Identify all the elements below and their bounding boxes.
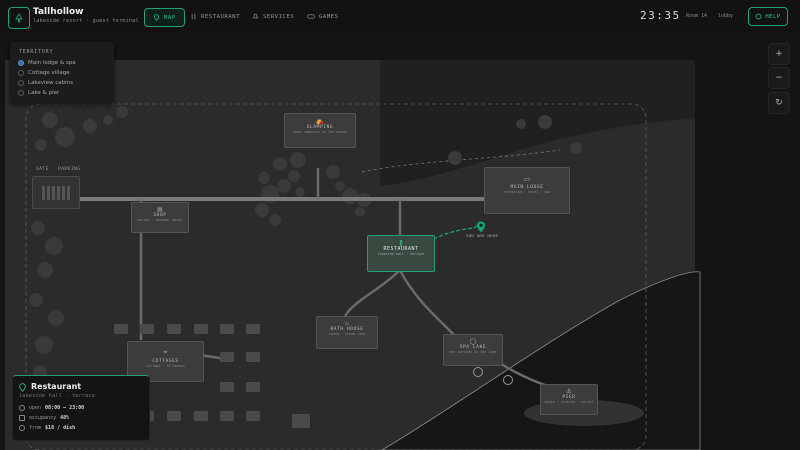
info-row-value: 48% [60, 415, 70, 421]
tab-map[interactable]: MAP [144, 8, 185, 27]
shop-icon: ▤ [157, 206, 163, 213]
info-row-label: occupancy [29, 415, 57, 421]
territory-item-lakeview-cabins[interactable]: Lakeview cabins [18, 80, 73, 86]
chat-icon [756, 13, 762, 20]
zoom-out-button[interactable]: − [768, 67, 790, 89]
shop-sub: market · outdoor goods [137, 218, 183, 222]
fork-knife-icon: ǁ [399, 239, 403, 247]
info-location: lakeside hall · terrace [19, 393, 96, 399]
reset-view-button[interactable]: ↻ [768, 92, 790, 114]
bath-house-building[interactable]: ♨ BATH HOUSE sauna · steam room [316, 316, 378, 349]
info-row-open: open 08:00 — 23:00 [19, 405, 84, 411]
bed-icon: ▭ [523, 175, 531, 183]
tab-games[interactable]: GAMES [307, 8, 339, 25]
tent-icon: ⛺ [315, 117, 325, 125]
radio-icon [18, 60, 24, 66]
pier-sub: boats · fishing · sunset [544, 400, 594, 404]
territory-item-lake-pier[interactable]: Lake & pier [18, 90, 59, 96]
clock-icon [19, 405, 25, 411]
restaurant-sub: lakeside hall · terrace [377, 252, 425, 256]
lobby-label: lobby [718, 13, 734, 19]
parking-label: PARKING [58, 167, 81, 172]
territory-item-label: Main lodge & spa [28, 60, 76, 66]
info-row-from: from $18 / dish [19, 425, 75, 431]
tab-services-label: SERVICES [263, 13, 295, 20]
main-lodge-sub: reception · hotel · spa [503, 190, 551, 194]
zoom-in-button[interactable]: + [768, 43, 790, 65]
clock: 23:35 [640, 9, 681, 22]
territory-item-cottage-village[interactable]: Cottage village [18, 70, 70, 76]
anchor-icon: ⚓ [566, 388, 572, 395]
you-are-here-pin [476, 218, 486, 233]
top-bar: Tallhollow lakeside resort · guest termi… [0, 0, 800, 35]
bath-house-sub: sauna · steam room [328, 332, 366, 336]
pin-icon [154, 14, 159, 21]
gamepad-icon [307, 14, 315, 19]
territory-panel: TERRITORY Main lodge & spa Cottage villa… [10, 42, 114, 104]
tab-map-label: MAP [164, 14, 176, 21]
info-row-value: $18 / dish [45, 425, 76, 431]
main-lodge-building[interactable]: ▭ MAIN LODGE reception · hotel · spa [484, 167, 570, 214]
plus-icon: + [775, 49, 783, 59]
minus-icon: − [775, 73, 783, 83]
tag-icon [19, 425, 25, 431]
rotate-icon: ↻ [775, 98, 783, 108]
help-button[interactable]: HELP [748, 7, 788, 26]
tab-games-label: GAMES [319, 13, 339, 20]
bell-icon [252, 13, 259, 19]
parking-lot[interactable] [32, 176, 80, 209]
glamping-building[interactable]: ⛺ GLAMPING dome campsite by the woods [284, 113, 356, 148]
radio-icon [18, 80, 24, 86]
spa-marker-1 [473, 367, 483, 377]
location-pin-icon [19, 383, 26, 392]
fork-knife-icon [191, 13, 196, 20]
gate-label: GATE [36, 167, 49, 172]
spa-lake-building[interactable]: ◯ SPA LAKE hot springs by the lake [443, 334, 503, 366]
spa-lake-sub: hot springs by the lake [449, 350, 497, 354]
spa-marker-2 [503, 375, 513, 385]
brand-subtitle: lakeside resort · guest terminal [33, 18, 139, 24]
tree-icon [8, 7, 30, 29]
radio-icon [18, 70, 24, 76]
you-are-here-label: YOU ARE HERE [466, 233, 499, 238]
info-card: Restaurant lakeside hall · terrace open … [12, 375, 150, 441]
territory-item-label: Lake & pier [28, 90, 60, 96]
room-number: Room 14 [686, 13, 708, 19]
info-title: Restaurant [31, 382, 82, 391]
help-label: HELP [765, 13, 781, 20]
radio-icon [18, 90, 24, 96]
cottages-sub: village · 18 houses [146, 364, 185, 368]
restaurant-building[interactable]: ǁ RESTAURANT lakeside hall · terrace [367, 235, 435, 272]
pier-building[interactable]: ⚓ PIER boats · fishing · sunset [540, 384, 598, 415]
shop-building[interactable]: ▤ SHOP market · outdoor goods [131, 202, 189, 233]
people-icon [19, 415, 25, 421]
glamping-sub: dome campsite by the woods [293, 130, 347, 134]
territory-item-main-lodge[interactable]: Main lodge & spa [18, 60, 76, 66]
info-row-occupancy: occupancy 48% [19, 415, 69, 421]
location-pin-icon [477, 221, 485, 233]
pin-icon: ⌖ [163, 348, 168, 356]
territory-title: TERRITORY [19, 49, 54, 55]
tab-restaurant[interactable]: RESTAURANT [190, 8, 240, 25]
territory-item-label: Cottage village [28, 70, 70, 76]
info-row-value: 08:00 — 23:00 [45, 405, 85, 411]
info-row-label: from [29, 425, 42, 431]
drop-icon: ◯ [469, 338, 477, 345]
brand-name: Tallhollow [33, 7, 84, 17]
tab-restaurant-label: RESTAURANT [201, 13, 241, 20]
territory-item-label: Lakeview cabins [28, 80, 73, 86]
tab-services[interactable]: SERVICES [252, 8, 294, 25]
info-row-label: open [29, 405, 42, 411]
bath-icon: ♨ [344, 320, 350, 327]
